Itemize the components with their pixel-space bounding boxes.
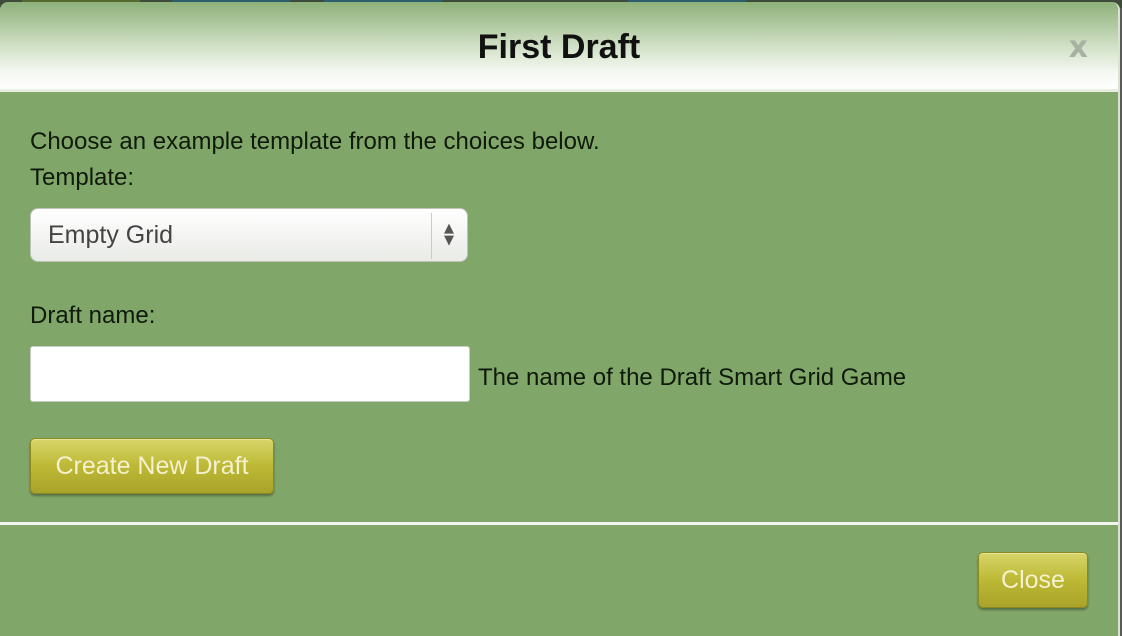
close-icon[interactable]: x (1069, 30, 1088, 65)
dialog-header: First Draft x (0, 2, 1118, 92)
select-divider (431, 213, 432, 259)
footer-divider (0, 522, 1118, 525)
create-new-draft-button[interactable]: Create New Draft (30, 438, 274, 494)
close-button[interactable]: Close (978, 552, 1088, 608)
up-down-arrows-icon: ▲ ▼ (444, 221, 454, 248)
template-select[interactable]: Empty Grid ▲ ▼ (30, 208, 468, 262)
first-draft-dialog: First Draft x Choose an example template… (0, 2, 1120, 636)
template-selected-value: Empty Grid (48, 221, 174, 249)
draft-name-label: Draft name: (30, 302, 156, 329)
dialog-body: Choose an example template from the choi… (30, 124, 1090, 494)
intro-text: Choose an example template from the choi… (30, 128, 600, 155)
draft-name-hint: The name of the Draft Smart Grid Game (478, 364, 907, 391)
dialog-title: First Draft (477, 28, 641, 66)
draft-name-input[interactable] (30, 346, 470, 402)
template-label: Template: (30, 164, 135, 191)
